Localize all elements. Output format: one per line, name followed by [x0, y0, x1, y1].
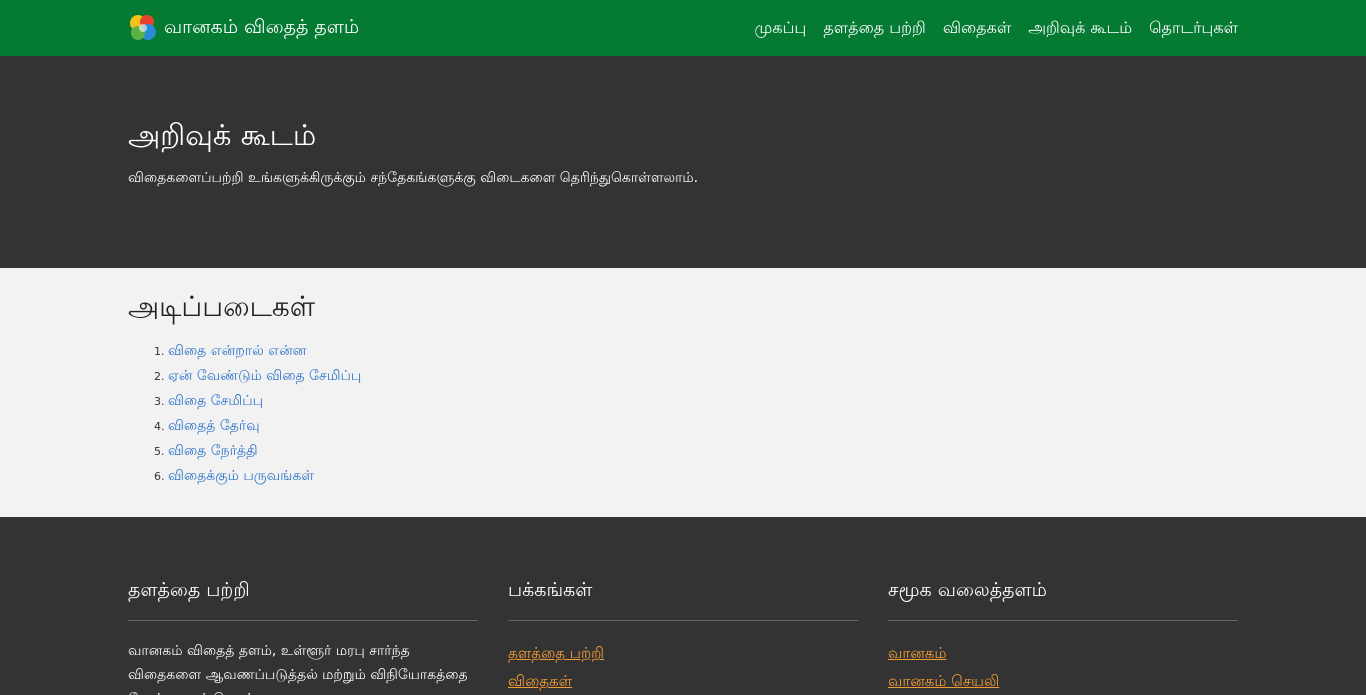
basics-list: விதை என்றால் என்ன ஏன் வேண்டும் விதை சேமி…: [128, 339, 1238, 489]
list-item: விதைக்கும் பருவங்கள்: [168, 464, 1238, 489]
basics-link-5[interactable]: விதை நேர்த்தி: [168, 443, 258, 459]
basics-section: அடிப்படைகள் விதை என்றால் என்ன ஏன் வேண்டு…: [0, 268, 1366, 517]
basics-link-2[interactable]: ஏன் வேண்டும் விதை சேமிப்பு: [168, 368, 361, 384]
list-item: வானகம் செயலி: [888, 667, 1238, 695]
footer-social-column: சமூக வலைத்தளம் வானகம் வானகம் செயலி: [888, 579, 1238, 695]
list-item: விதைத் தேர்வு: [168, 414, 1238, 439]
brand-title: வானகம் விதைத் தளம்: [164, 15, 360, 38]
nav-contacts[interactable]: தொடர்புகள்: [1149, 18, 1238, 39]
nav-seeds[interactable]: விதைகள்: [943, 18, 1011, 39]
footer-pages-column: பக்கங்கள் தளத்தை பற்றி விதைகள்: [508, 579, 858, 695]
basics-link-3[interactable]: விதை சேமிப்பு: [168, 393, 263, 409]
footer-social-list: வானகம் வானகம் செயலி: [888, 639, 1238, 695]
list-item: தளத்தை பற்றி: [508, 639, 858, 667]
footer-link-about[interactable]: தளத்தை பற்றி: [508, 644, 604, 662]
footer-about-title: தளத்தை பற்றி: [128, 579, 478, 621]
footer-link-vanagam[interactable]: வானகம்: [888, 644, 946, 662]
page-subtitle: விதைகளைப்பற்றி உங்களுக்கிருக்கும் சந்தேக…: [128, 170, 699, 186]
footer-social-title: சமூக வலைத்தளம்: [888, 579, 1238, 621]
nav-about[interactable]: தளத்தை பற்றி: [823, 18, 926, 39]
footer-about-column: தளத்தை பற்றி வானகம் விதைத் தளம், உள்ளூர்…: [128, 579, 478, 695]
list-item: விதை நேர்த்தி: [168, 439, 1238, 464]
footer-about-text: வானகம் விதைத் தளம், உள்ளூர் மரபு சார்ந்த…: [128, 643, 468, 695]
site-footer: தளத்தை பற்றி வானகம் விதைத் தளம், உள்ளூர்…: [0, 517, 1366, 695]
basics-link-6[interactable]: விதைக்கும் பருவங்கள்: [168, 468, 314, 484]
basics-link-4[interactable]: விதைத் தேர்வு: [168, 418, 260, 434]
footer-pages-title: பக்கங்கள்: [508, 579, 858, 621]
page-title: அறிவுக் கூடம்: [128, 118, 317, 152]
top-navbar: வானகம் விதைத் தளம் முகப்பு தளத்தை பற்றி …: [0, 0, 1366, 56]
nav-knowledge-hub[interactable]: அறிவுக் கூடம்: [1028, 18, 1132, 39]
list-item: விதை என்றால் என்ன: [168, 339, 1238, 364]
brand-link[interactable]: வானகம் விதைத் தளம்: [128, 13, 359, 43]
list-item: விதைகள்: [508, 667, 858, 695]
section-heading: அடிப்படைகள்: [128, 290, 316, 323]
multicolor-leaf-logo-icon: [130, 15, 156, 40]
list-item: விதை சேமிப்பு: [168, 389, 1238, 414]
list-item: ஏன் வேண்டும் விதை சேமிப்பு: [168, 364, 1238, 389]
nav-home[interactable]: முகப்பு: [755, 18, 807, 39]
hero-section: அறிவுக் கூடம் விதைகளைப்பற்றி உங்களுக்கிர…: [0, 56, 1366, 268]
basics-link-1[interactable]: விதை என்றால் என்ன: [168, 343, 306, 359]
list-item: வானகம்: [888, 639, 1238, 667]
footer-link-vanagam-app[interactable]: வானகம் செயலி: [888, 672, 999, 690]
footer-pages-list: தளத்தை பற்றி விதைகள்: [508, 639, 858, 695]
main-nav: முகப்பு தளத்தை பற்றி விதைகள் அறிவுக் கூட…: [755, 18, 1239, 39]
footer-link-seeds[interactable]: விதைகள்: [508, 672, 572, 690]
